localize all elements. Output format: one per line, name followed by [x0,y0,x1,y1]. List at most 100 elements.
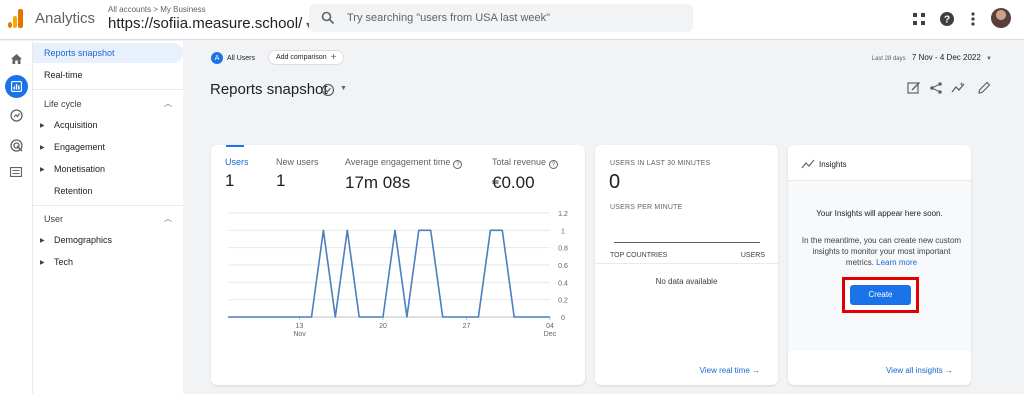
insights-header: Insights [788,145,971,181]
no-data-message: No data available [655,277,718,286]
caret-down-icon: ▼ [986,56,992,62]
help-icon[interactable]: ? [938,10,956,28]
top-bar: Analytics All accounts > My Business htt… [0,0,1024,40]
add-comparison-label: Add comparison [276,54,327,61]
y-tick-label: 0.2 [558,298,568,305]
configure-icon[interactable] [7,163,25,181]
nav-item-retention[interactable]: Retention [54,186,93,196]
y-tick-label: 0.6 [558,263,568,270]
y-tick-label: 1.2 [558,211,568,218]
caret-down-icon[interactable]: ▼ [340,85,347,92]
property-selector[interactable]: https://sofiia.measure.school/▼ [108,15,313,32]
expand-arrow-icon[interactable]: ▶ [40,237,45,244]
help-icon[interactable]: ? [453,160,463,169]
top-countries-header: TOP COUNTRIES [610,252,668,259]
metric-label: Average engagement time [345,157,451,167]
realtime-card: USERS IN LAST 30 MINUTES 0 USERS PER MIN… [595,145,778,385]
explore-icon[interactable] [7,106,25,124]
apps-grid-icon[interactable] [910,10,928,28]
insights-heading: Your Insights will appear here soon. [816,209,943,218]
chevron-up-icon[interactable]: ︿ [164,98,172,109]
metric-value: 1 [276,171,286,190]
users-line-chart: 1.2 1 0.8 0.6 0.4 0.2 0 13Nov 20 27 04Dec [228,211,568,338]
nav-item-reports-snapshot[interactable]: Reports snapshot [33,43,183,63]
selected-tab-indicator [226,145,244,147]
insights-title: Insights [819,160,847,169]
metric-value: €0.00 [492,173,535,192]
expand-arrow-icon[interactable]: ▶ [40,166,45,173]
main-content: A All Users Add comparison + Last 28 days… [183,41,1024,394]
nav-item-acquisition[interactable]: Acquisition [54,120,98,130]
insights-body: Your Insights will appear here soon. In … [788,181,971,351]
metric-avg-engagement-time[interactable]: Average engagement time? 17m 08s [345,157,463,193]
view-real-time-link[interactable]: View real time → [700,366,760,375]
breadcrumb[interactable]: All accounts > My Business [108,5,206,14]
view-all-insights-link[interactable]: View all insights → [886,366,953,375]
y-tick-label: 1 [561,228,565,235]
insights-description: In the meantime, you can create new cust… [801,236,962,267]
chevron-up-icon[interactable]: ︿ [164,213,172,224]
account-avatar[interactable] [991,8,1011,28]
nav-divider [33,89,183,90]
app-name: Analytics [35,10,96,27]
y-tick-label: 0.8 [558,246,568,253]
nav-item-real-time[interactable]: Real-time [33,65,183,85]
page-title: Reports snapshot [210,81,328,98]
nav-item-monetisation[interactable]: Monetisation [54,164,105,174]
table-divider [595,263,778,264]
add-comparison-button[interactable]: Add comparison + [268,50,345,65]
insights-card: Insights Your Insights will appear here … [788,145,971,385]
search-placeholder: Try searching "users from USA last week" [347,12,551,24]
nav-divider [33,205,183,206]
more-vert-icon[interactable] [964,10,982,28]
arrow-right-icon: → [945,366,953,375]
metric-label: Users [225,157,249,167]
advertising-icon[interactable] [7,136,25,154]
expand-arrow-icon[interactable]: ▶ [40,144,45,151]
highlight-box: Create [842,277,919,313]
date-range-label: Last 28 days [871,56,906,62]
x-tick-month-label: Nov [293,331,306,338]
x-tick-label: 13 [296,323,304,330]
segment-avatar: A [211,52,223,64]
per-minute-baseline [614,242,760,243]
reports-nav: Reports snapshot Real-time Life cycle ︿ … [33,41,183,394]
home-icon[interactable] [7,50,25,68]
all-users-label: All Users [227,54,256,62]
all-users-chip[interactable]: A All Users [211,51,255,65]
svg-text:?: ? [944,15,950,26]
x-tick-label: 20 [379,323,387,330]
users-per-minute-label: USERS PER MINUTE [610,204,683,211]
metric-users[interactable]: Users 1 [225,157,249,191]
customize-report-icon[interactable] [907,81,921,95]
property-name: https://sofiia.measure.school/ [108,15,303,32]
metric-label: New users [276,157,319,167]
metric-label: Total revenue [492,157,547,167]
nav-item-tech[interactable]: Tech [54,257,73,267]
create-insight-button[interactable]: Create [850,285,911,305]
nav-section-life-cycle[interactable]: Life cycle [44,99,82,109]
search-bar[interactable]: Try searching "users from USA last week" [309,4,693,32]
nav-section-user[interactable]: User [44,214,63,224]
plus-icon: + [330,52,337,63]
analytics-logo[interactable] [8,8,24,28]
reports-icon [7,77,25,95]
metric-total-revenue[interactable]: Total revenue? €0.00 [492,157,559,193]
metric-new-users[interactable]: New users 1 [276,157,319,191]
arrow-right-icon: → [752,366,760,375]
realtime-users-label: USERS IN LAST 30 MINUTES [610,160,711,167]
verified-check-icon[interactable] [321,83,335,97]
date-range-picker[interactable]: Last 28 days 7 Nov - 4 Dec 2022 ▼ [872,53,992,62]
expand-arrow-icon[interactable]: ▶ [40,259,45,266]
expand-arrow-icon[interactable]: ▶ [40,122,45,129]
help-icon[interactable]: ? [549,160,559,169]
metric-value: 17m 08s [345,173,411,192]
edit-pencil-icon[interactable] [977,81,991,95]
nav-item-engagement[interactable]: Engagement [54,142,105,152]
share-icon[interactable] [929,81,943,95]
metric-value: 1 [225,171,235,190]
nav-item-demographics[interactable]: Demographics [54,235,112,245]
learn-more-link[interactable]: Learn more [876,258,917,267]
insights-sparkline-icon[interactable] [951,81,965,95]
overview-card: Users 1 New users 1 Average engagement t… [211,145,585,385]
